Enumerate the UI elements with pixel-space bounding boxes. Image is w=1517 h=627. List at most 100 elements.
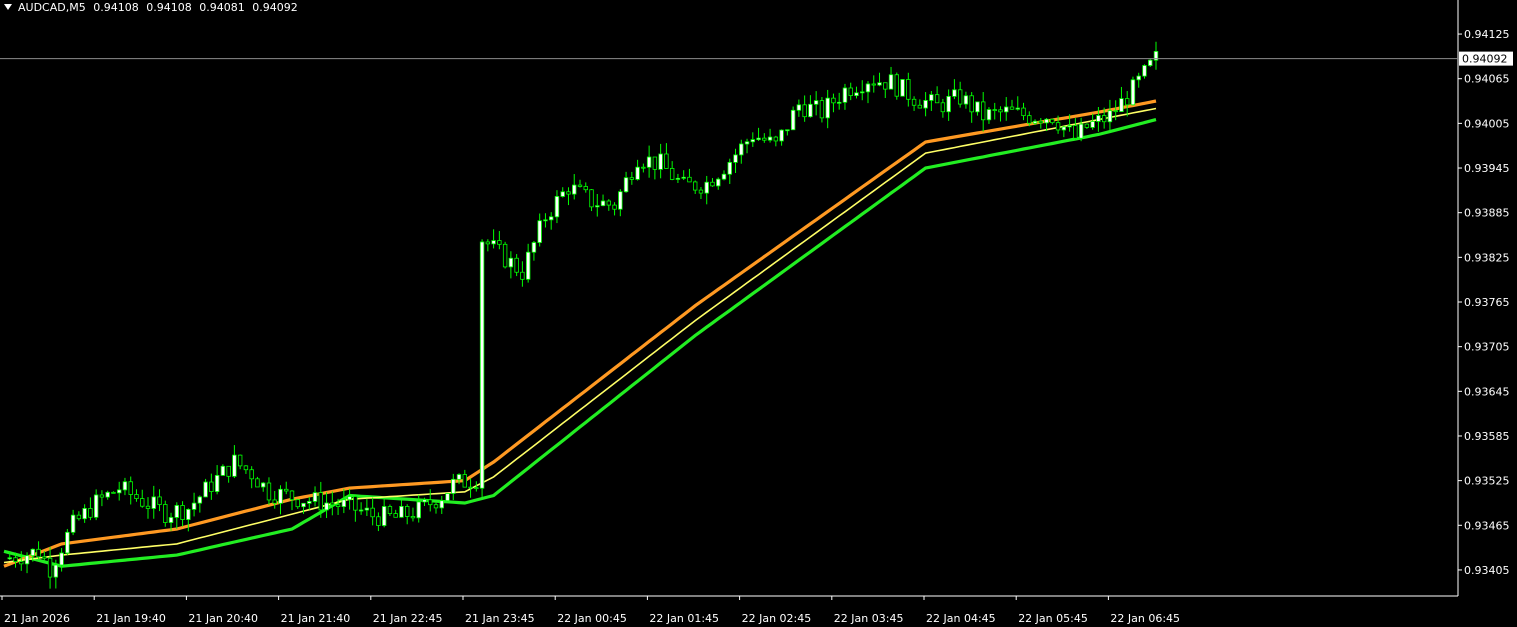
candle-body	[220, 465, 226, 476]
candle-body	[537, 220, 542, 243]
candle-body	[813, 100, 819, 105]
candle-body	[883, 82, 888, 90]
candle-body	[583, 186, 588, 191]
candle-body	[1107, 110, 1113, 123]
candle-body	[266, 482, 272, 501]
candle-body	[1084, 123, 1090, 128]
candle-body	[1050, 118, 1055, 124]
candle-body	[335, 504, 341, 507]
envelope-bands	[3, 99, 1157, 568]
candle-body	[785, 129, 790, 132]
candle-body	[641, 166, 646, 169]
candle-body	[111, 491, 116, 494]
price-chart[interactable]: 0.94125 0.94065 0.94005 0.93945 0.93885 0.938…	[0, 0, 1517, 627]
candle-body	[865, 83, 871, 93]
candle-body	[381, 506, 387, 526]
candle-body	[646, 156, 652, 168]
price-tick-label: 0.93705	[1464, 341, 1510, 354]
candle-body	[82, 508, 87, 520]
candle-body	[986, 109, 992, 121]
candle-body	[479, 241, 485, 489]
candle-body	[341, 499, 347, 507]
candle-body	[871, 83, 876, 86]
candle-body	[456, 474, 462, 480]
candle-body	[347, 496, 352, 501]
candle-body	[600, 200, 606, 207]
candle-body	[635, 166, 640, 180]
price-tick-label: 0.93525	[1464, 475, 1510, 488]
candle-body	[525, 251, 531, 280]
candle-body	[474, 487, 479, 490]
candle-body	[669, 168, 675, 180]
current-price-label: 0.94092	[1462, 53, 1508, 66]
time-tick-label: 22 Jan 04:45	[926, 612, 996, 625]
candle-body	[963, 95, 969, 105]
price-tick-label: 0.93765	[1464, 296, 1510, 309]
candle-body	[1067, 125, 1072, 128]
candle-body	[1142, 65, 1147, 77]
time-axis: 21 Jan 2026 21 Jan 19:40 21 Jan 20:40 21 Ja…	[0, 595, 1458, 625]
candle-body	[1078, 123, 1084, 139]
candle-body	[687, 176, 692, 183]
candle-body	[284, 488, 289, 492]
current-price-marker: 0.94092	[0, 51, 1513, 66]
candle-body	[1136, 75, 1141, 81]
candle-body	[716, 178, 721, 187]
candle-body	[30, 548, 35, 557]
candle-body	[520, 271, 525, 280]
price-tick-label: 0.93945	[1464, 162, 1510, 175]
candle-body	[554, 196, 560, 218]
candle-body	[877, 82, 882, 86]
candle-body	[566, 191, 571, 195]
candle-body	[65, 531, 70, 554]
candle-body	[140, 498, 145, 507]
candle-body	[773, 136, 779, 142]
candle-body	[318, 492, 323, 511]
candle-body	[209, 481, 214, 492]
candle-body	[957, 89, 963, 105]
candle-body	[1061, 126, 1067, 131]
candle-body	[134, 494, 139, 499]
candle-body	[226, 465, 231, 477]
candle-body	[629, 177, 635, 180]
candle-body	[163, 504, 168, 523]
candle-body	[808, 103, 813, 118]
time-tick-label: 22 Jan 01:45	[649, 612, 719, 625]
price-tick-label: 0.93645	[1464, 385, 1510, 398]
candle-body	[7, 557, 12, 560]
time-tick-label: 21 Jan 23:45	[465, 612, 535, 625]
candle-body	[681, 176, 686, 179]
candle-body	[364, 507, 370, 511]
price-tick-label: 0.94125	[1464, 28, 1510, 41]
candle-body	[497, 240, 502, 245]
candle-body	[312, 492, 318, 502]
candle-body	[940, 102, 946, 113]
candle-body	[151, 496, 156, 509]
candle-body	[664, 153, 669, 169]
candle-body	[744, 141, 750, 145]
candle-body	[595, 205, 600, 208]
price-tick-label: 0.93825	[1464, 251, 1510, 264]
candle-body	[790, 109, 796, 131]
candle-body	[560, 191, 565, 197]
time-tick-label: 22 Jan 03:45	[834, 612, 904, 625]
price-tick-label: 0.94065	[1464, 73, 1510, 86]
candle-body	[1101, 115, 1107, 123]
time-tick-label: 21 Jan 20:40	[188, 612, 258, 625]
candle-body	[468, 486, 473, 489]
candle-body	[255, 478, 260, 488]
candle-body	[1119, 98, 1124, 112]
candle-body	[946, 95, 951, 113]
candle-body	[911, 98, 917, 106]
candle-body	[445, 493, 450, 502]
candle-body	[36, 548, 41, 558]
candle-body	[307, 501, 312, 504]
time-tick-label: 21 Jan 19:40	[96, 612, 166, 625]
candle-body	[105, 491, 110, 498]
candle-body	[543, 219, 548, 222]
time-tick-label: 21 Jan 22:45	[373, 612, 443, 625]
candle-body	[13, 557, 18, 563]
candle-body	[301, 502, 306, 508]
candle-body	[860, 91, 865, 94]
candle-body	[819, 100, 825, 119]
